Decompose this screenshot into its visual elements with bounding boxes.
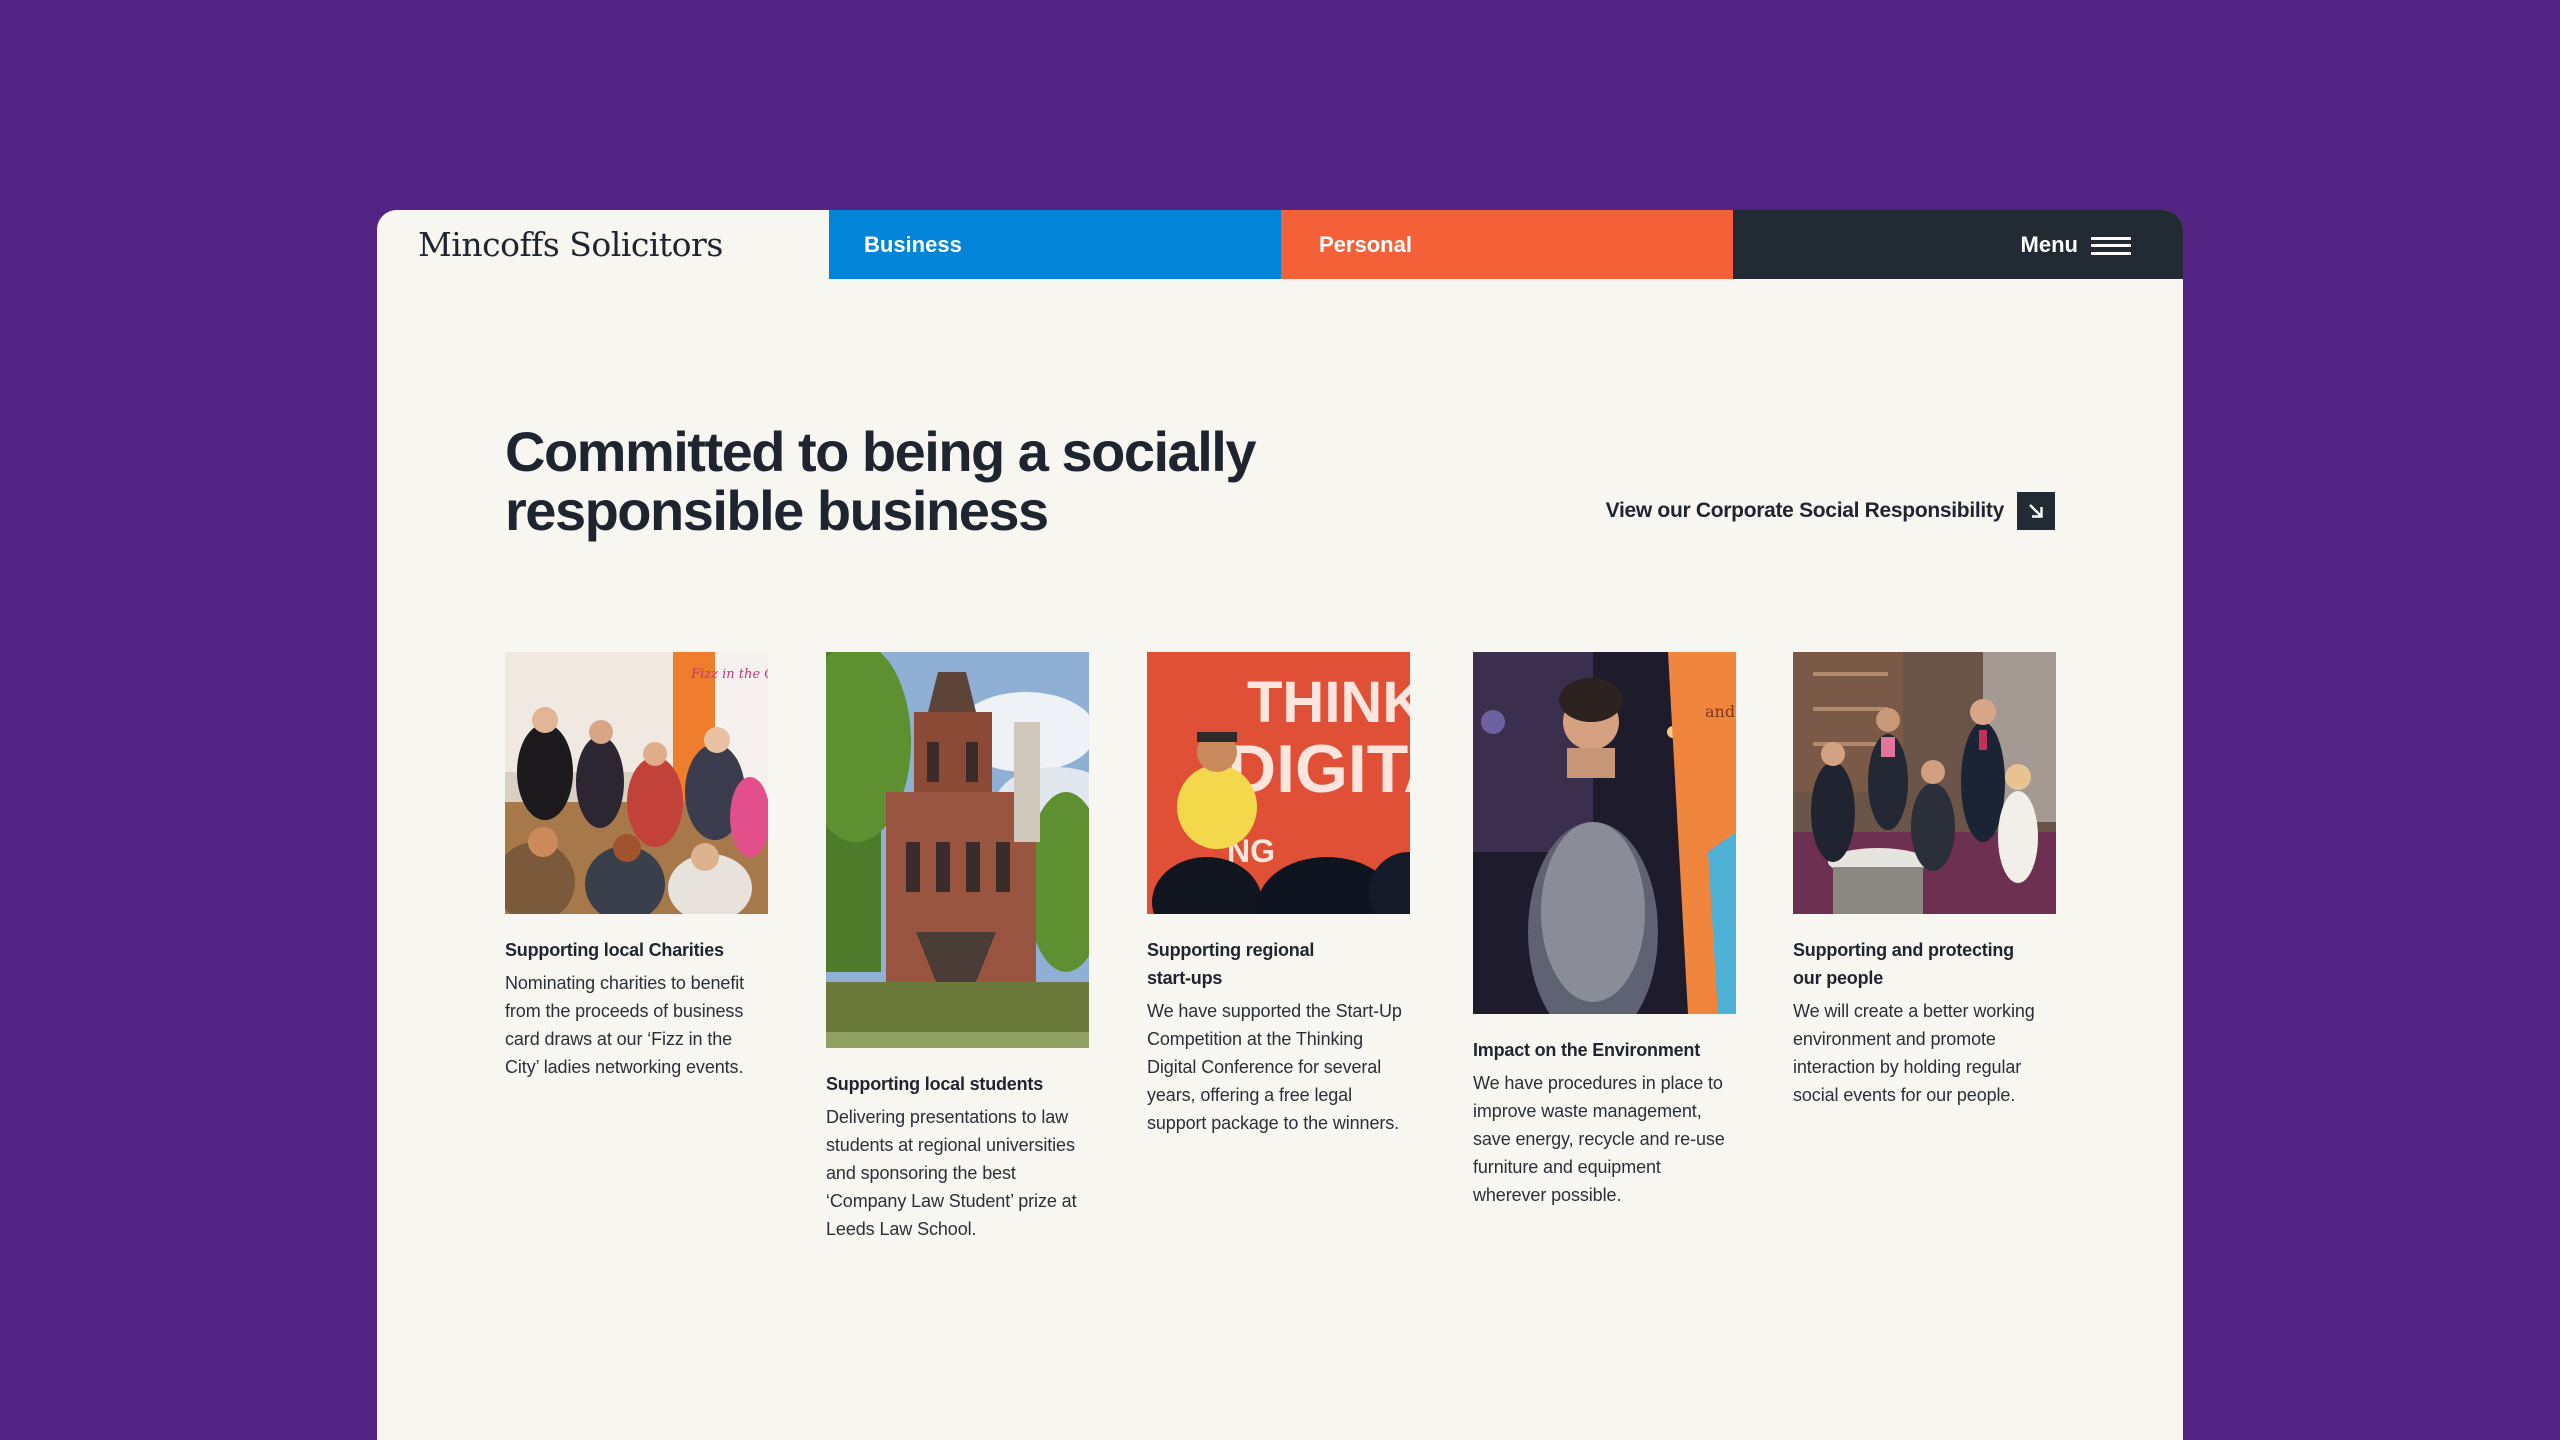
card-startups: THINKIN DIGITA NG AL Supporting regional… xyxy=(1147,652,1410,1137)
hamburger-icon xyxy=(2091,236,2131,255)
banner-text-1: THINKIN xyxy=(1247,670,1410,735)
team-photo xyxy=(1793,652,2056,914)
card-title: Supporting local students xyxy=(826,1074,1044,1094)
page-title: Committed to being a socially responsibl… xyxy=(505,422,1405,540)
browser-window: Mincoffs Solicitors Business Personal Me… xyxy=(377,210,2183,1440)
card-title: Impact on the Environment xyxy=(1473,1040,1701,1060)
card-title-line-1: Supporting and protecting xyxy=(1793,940,2014,960)
tab-business[interactable]: Business xyxy=(829,210,1281,279)
page-title-line-1: Committed to being a socially xyxy=(505,420,1256,483)
charities-photo: Fizz in the City xyxy=(505,652,768,914)
card-people: Supporting and protecting our people We … xyxy=(1793,652,2056,1109)
page-title-line-2: responsible business xyxy=(505,479,1049,542)
card-charities: Fizz in the City Supporting local Charit xyxy=(505,652,768,1081)
brand-name: Mincoffs Solicitors xyxy=(418,225,723,264)
menu-label: Menu xyxy=(2020,231,2078,257)
card-environment: and Impact on the Environment We have pr… xyxy=(1473,652,1736,1209)
brand-logo[interactable]: Mincoffs Solicitors xyxy=(377,210,829,279)
thinking-digital-photo: THINKIN DIGITA NG AL xyxy=(1147,652,1410,914)
card-title-line-2: start-ups xyxy=(1147,968,1223,988)
card-title-line-1: Supporting regional xyxy=(1147,940,1315,960)
csr-link-label: View our Corporate Social Responsibility xyxy=(1605,499,2005,522)
tab-personal[interactable]: Personal xyxy=(1281,210,1733,279)
environment-photo: and xyxy=(1473,652,1736,1014)
card-body: We have procedures in place to improve w… xyxy=(1473,1073,1725,1205)
card-body: Nominating charities to benefit from the… xyxy=(505,973,745,1077)
university-photo xyxy=(826,652,1089,1048)
card-title: Supporting regional start-ups xyxy=(1147,936,1410,992)
card-body: We have supported the Start-Up Competiti… xyxy=(1147,1001,1402,1133)
card-body: We will create a better working environm… xyxy=(1793,1001,2035,1105)
environment-banner-text: and xyxy=(1705,702,1735,721)
fizz-banner-text: Fizz in the City xyxy=(690,667,768,682)
csr-link[interactable]: View our Corporate Social Responsibility xyxy=(1606,492,2055,530)
card-students: Supporting local students Delivering pre… xyxy=(826,652,1089,1243)
menu-button[interactable]: Menu xyxy=(1733,210,2183,279)
card-title: Supporting and protecting our people xyxy=(1793,936,2056,992)
card-title-line-2: our people xyxy=(1793,968,1884,988)
arrow-down-right-icon xyxy=(2017,492,2055,530)
top-navigation: Mincoffs Solicitors Business Personal Me… xyxy=(377,210,2183,279)
card-title: Supporting local Charities xyxy=(505,940,724,960)
card-body: Delivering presentations to law students… xyxy=(826,1107,1077,1239)
